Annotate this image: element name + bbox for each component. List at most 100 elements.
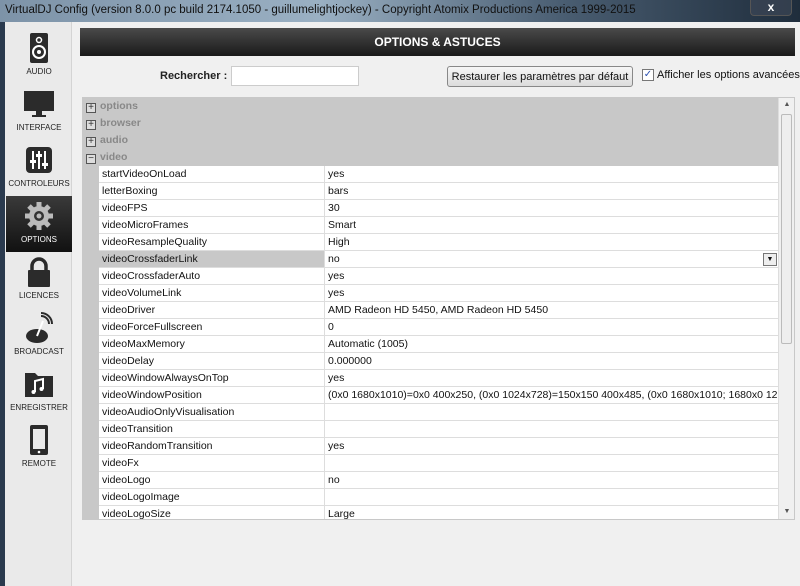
collapse-icon[interactable]: − [86,154,96,164]
table-row[interactable]: videoDriver AMD Radeon HD 5450, AMD Radeo… [83,302,780,319]
vertical-scrollbar[interactable]: ▲ ▼ [778,98,794,519]
option-value[interactable]: yes [325,285,780,302]
option-name: videoRandomTransition [99,438,325,455]
main-panel: OPTIONS & ASTUCES Rechercher : Restaurer… [72,22,800,586]
option-value[interactable]: 0.000000 [325,353,780,370]
table-row[interactable]: videoLogoSize Large [83,506,780,519]
option-value[interactable]: bars [325,183,780,200]
sidebar-item-controleurs[interactable]: CONTROLEURS [6,140,72,196]
sidebar: AUDIO INTERFACE CONTROLEURS OPTIONS LICE… [5,22,72,586]
option-value[interactable] [325,404,780,421]
sidebar-item-broadcast[interactable]: BROADCAST [6,308,72,364]
sidebar-item-label: REMOTE [21,459,57,468]
table-row[interactable]: videoLogoImage [83,489,780,506]
expand-icon[interactable]: + [86,120,96,130]
option-value[interactable] [325,421,780,438]
option-value[interactable]: High [325,234,780,251]
option-name: videoCrossfaderAuto [99,268,325,285]
sidebar-item-remote[interactable]: REMOTE [6,420,72,476]
expand-icon[interactable]: + [86,103,96,113]
table-row[interactable]: videoVolumeLink yes [83,285,780,302]
option-value-text: yes [328,440,345,452]
group-label: browser [100,117,141,129]
table-row[interactable]: videoTransition [83,421,780,438]
option-value-text: Smart [328,219,357,231]
group-row-options[interactable]: + options [83,98,780,115]
option-name: videoDriver [99,302,325,319]
advanced-options-label: Afficher les options avancées [657,69,800,81]
option-name: videoWindowAlwaysOnTop [99,370,325,387]
broadcast-icon [26,312,53,343]
table-row[interactable]: videoMaxMemory Automatic (1005) [83,336,780,353]
option-name: startVideoOnLoad [99,166,325,183]
option-value[interactable]: Automatic (1005) [325,336,780,353]
sidebar-item-label: INTERFACE [16,123,62,132]
sidebar-item-label: OPTIONS [20,235,57,244]
table-row[interactable]: startVideoOnLoad yes [83,166,780,183]
table-row[interactable]: videoForceFullscreen 0 [83,319,780,336]
table-row[interactable]: videoFx [83,455,780,472]
table-row[interactable]: videoMicroFrames Smart [83,217,780,234]
option-value[interactable]: 0 [325,319,780,336]
restore-defaults-button[interactable]: Restaurer les paramètres par défaut [447,66,633,87]
tablet-icon [30,425,48,455]
option-value-text: yes [328,168,345,180]
group-row-browser[interactable]: + browser [83,115,780,132]
table-row[interactable]: videoResampleQuality High [83,234,780,251]
sidebar-item-licences[interactable]: LICENCES [6,252,72,308]
option-value[interactable]: yes [325,438,780,455]
gear-icon [25,202,53,230]
option-value-text: bars [328,185,349,197]
option-value[interactable]: yes [325,166,780,183]
scrollbar-thumb[interactable] [781,114,792,344]
lock-icon [28,257,50,287]
option-value-text: yes [328,372,345,384]
table-row[interactable]: videoCrossfaderAuto yes [83,268,780,285]
table-row[interactable]: videoCrossfaderLink no ▼ [83,251,780,268]
option-name: videoVolumeLink [99,285,325,302]
group-row-video[interactable]: − video [83,149,780,166]
search-input[interactable] [231,66,359,86]
table-row[interactable]: videoWindowAlwaysOnTop yes [83,370,780,387]
sidebar-item-interface[interactable]: INTERFACE [6,84,72,140]
dropdown-arrow-icon[interactable]: ▼ [763,253,777,266]
table-row[interactable]: videoRandomTransition yes [83,438,780,455]
option-value[interactable]: no [325,472,780,489]
option-name: letterBoxing [99,183,325,200]
option-value[interactable]: Smart [325,217,780,234]
option-value-text: 0 [328,321,334,333]
option-value[interactable]: AMD Radeon HD 5450, AMD Radeon HD 5450 [325,302,780,319]
option-value[interactable]: yes [325,370,780,387]
scroll-down-icon[interactable]: ▼ [779,505,794,519]
option-value[interactable]: no ▼ [325,251,780,268]
table-row[interactable]: videoAudioOnlyVisualisation [83,404,780,421]
option-name: videoCrossfaderLink [99,251,325,268]
group-row-audio[interactable]: + audio [83,132,780,149]
option-value[interactable] [325,455,780,472]
table-row[interactable]: videoLogo no [83,472,780,489]
option-value[interactable]: (0x0 1680x1010)=0x0 400x250, (0x0 1024x7… [325,387,780,404]
scroll-up-icon[interactable]: ▲ [779,98,794,112]
expand-icon[interactable]: + [86,137,96,147]
table-row[interactable]: videoFPS 30 [83,200,780,217]
table-row[interactable]: videoDelay 0.000000 [83,353,780,370]
advanced-options-checkbox[interactable]: ✓ Afficher les options avancées [642,69,800,81]
option-value-text: yes [328,287,345,299]
close-button[interactable]: x [750,0,792,16]
option-value[interactable]: 30 [325,200,780,217]
table-row[interactable]: letterBoxing bars [83,183,780,200]
table-row[interactable]: videoWindowPosition (0x0 1680x1010)=0x0 4… [83,387,780,404]
option-value-text: 0.000000 [328,355,372,367]
option-value[interactable]: Large [325,506,780,519]
option-value[interactable]: yes [325,268,780,285]
option-name: videoMicroFrames [99,217,325,234]
option-name: videoFx [99,455,325,472]
option-name: videoTransition [99,421,325,438]
sidebar-item-audio[interactable]: AUDIO [6,28,72,84]
option-value[interactable] [325,489,780,506]
sidebar-item-enregistrer[interactable]: ENREGISTRER [6,364,72,420]
checkbox-check-icon[interactable]: ✓ [642,69,654,81]
sidebar-item-label: AUDIO [26,67,52,76]
sidebar-item-options[interactable]: OPTIONS [6,196,72,252]
options-table: + options + browser + audio − video startVideoOn… [82,97,795,520]
